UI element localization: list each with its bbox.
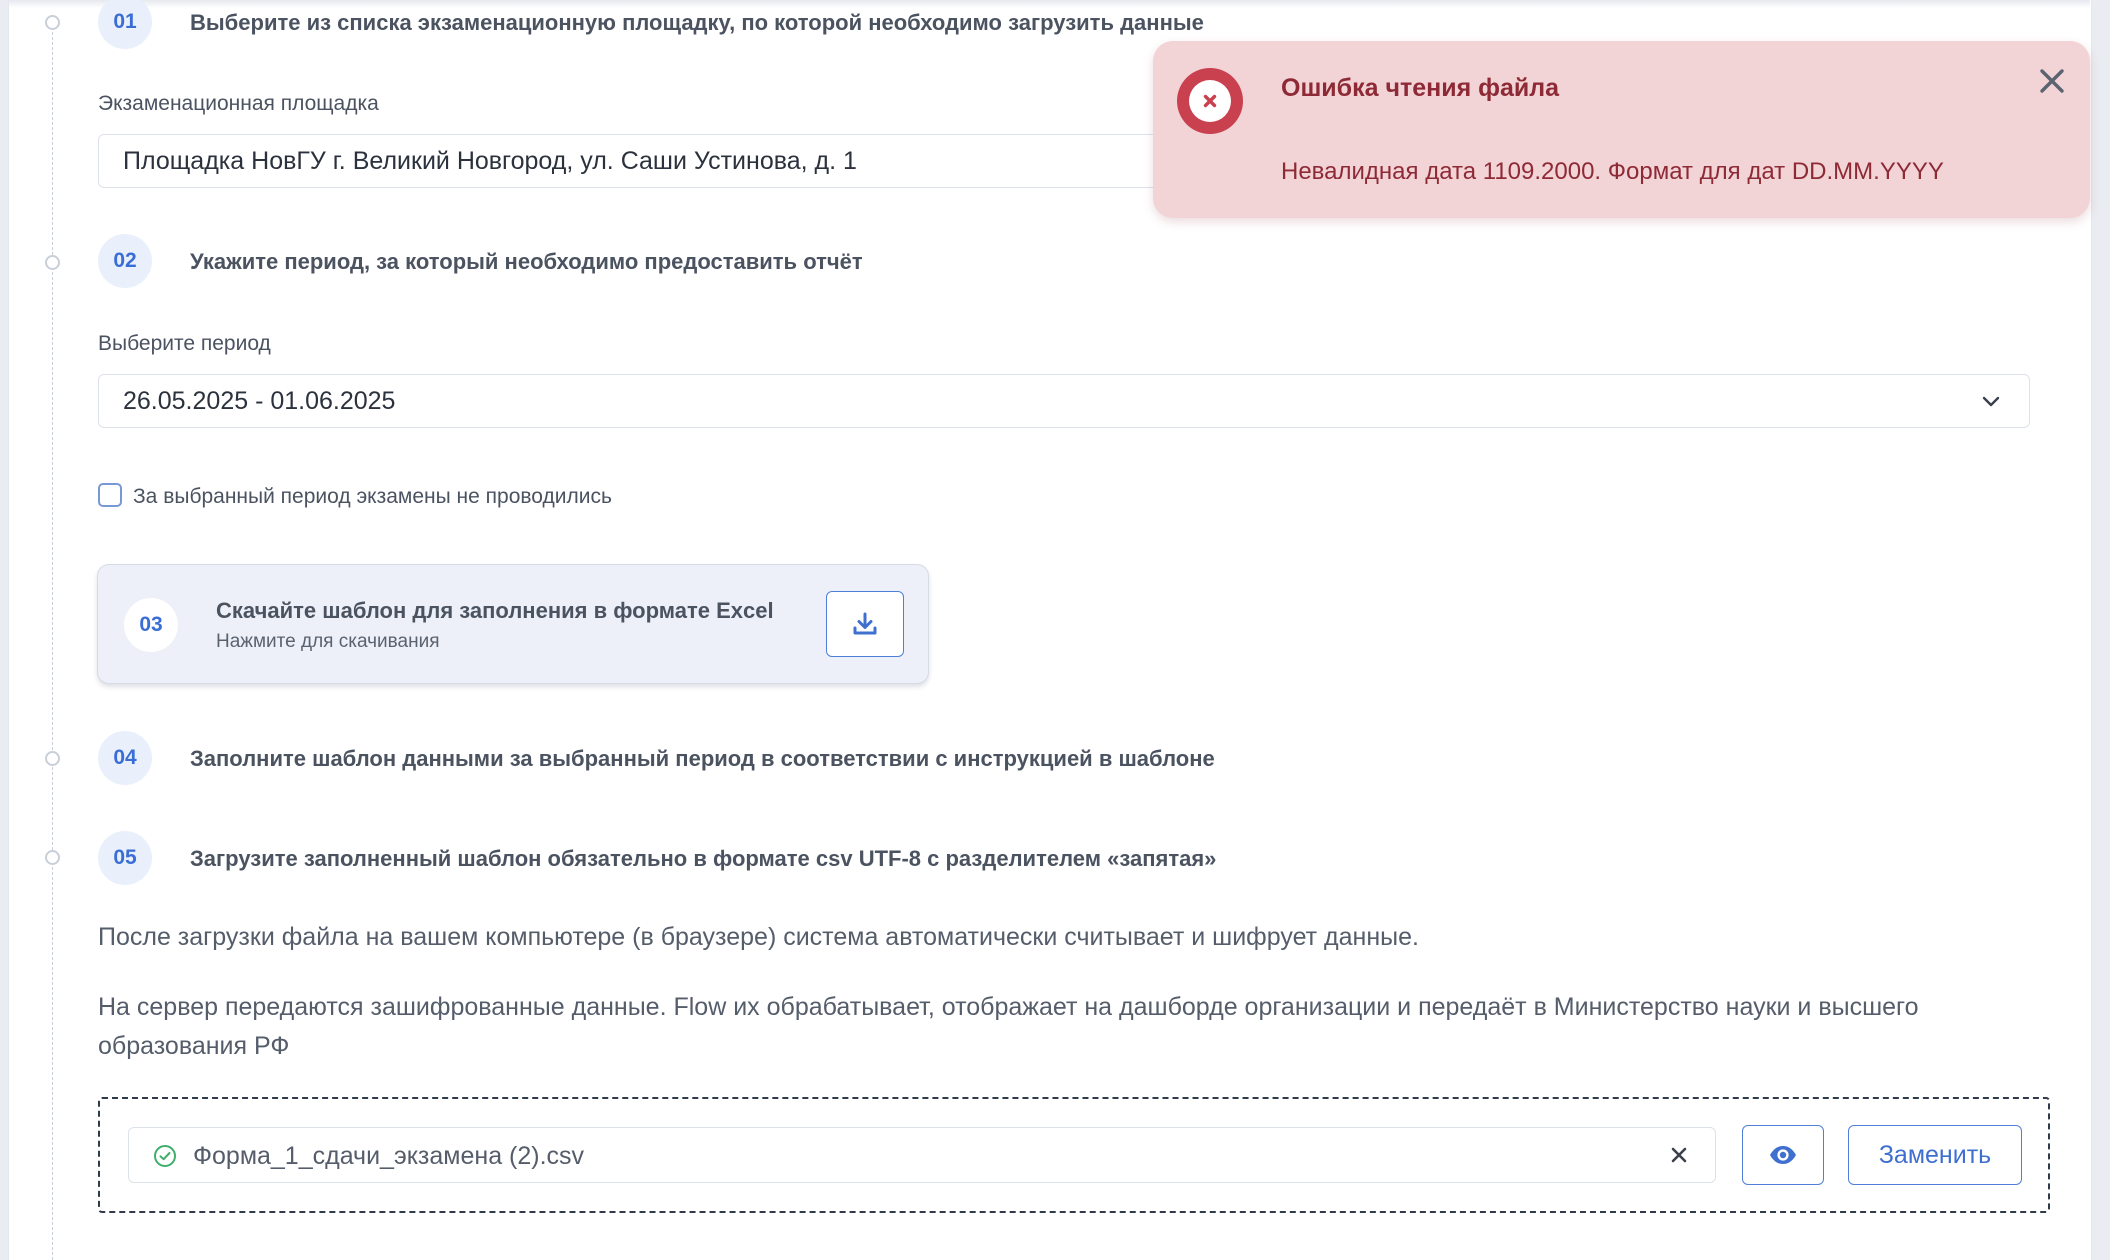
step-03-title: Скачайте шаблон для заполнения в формате… (216, 598, 774, 623)
error-circle-icon (1177, 68, 1243, 134)
error-toast-message: Невалидная дата 1109.2000. Формат для да… (1281, 158, 1944, 185)
step-02-title: Укажите период, за который необходимо пр… (190, 249, 863, 274)
top-shadow (8, 0, 2090, 8)
download-template-card[interactable]: 03 Скачайте шаблон для заполнения в форм… (97, 564, 929, 684)
no-exams-checkbox-label[interactable]: За выбранный период экзамены не проводил… (133, 485, 612, 509)
timeline-dot (45, 751, 60, 766)
step-03-subtitle: Нажмите для скачивания (216, 631, 440, 652)
error-toast: Ошибка чтения файла Невалидная дата 1109… (1153, 41, 2090, 218)
venue-label: Экзаменационная площадка (98, 92, 379, 115)
step-02-badge: 02 (98, 234, 152, 288)
check-circle-icon (154, 1145, 176, 1167)
step-04-title: Заполните шаблон данными за выбранный пе… (190, 746, 1215, 771)
error-toast-title: Ошибка чтения файла (1281, 74, 1560, 102)
step-04-badge: 04 (98, 731, 152, 785)
period-label: Выберите период (98, 332, 271, 355)
upload-info-paragraph-2: На сервер передаются зашифрованные данны… (98, 993, 1919, 1060)
replace-file-button[interactable]: Заменить (1848, 1125, 2022, 1185)
step-05-badge: 05 (98, 831, 152, 885)
timeline-dot (45, 255, 60, 270)
upload-info-paragraph-1: После загрузки файла на вашем компьютере… (98, 923, 1419, 951)
timeline-line (52, 22, 53, 1260)
timeline-dot (45, 850, 60, 865)
period-select[interactable]: 26.05.2025 - 01.06.2025 (98, 374, 2030, 428)
preview-file-button[interactable] (1742, 1125, 1824, 1185)
step-05-title: Загрузите заполненный шаблон обязательно… (190, 846, 1217, 871)
no-exams-checkbox[interactable] (98, 483, 122, 507)
eye-icon (1770, 1146, 1796, 1164)
chevron-down-icon (1982, 396, 2000, 407)
step-01-title: Выберите из списка экзаменационную площа… (190, 10, 1204, 35)
period-select-value: 26.05.2025 - 01.06.2025 (123, 386, 396, 415)
file-upload-zone[interactable]: Форма_1_сдачи_экзамена (2).csv Заменить (98, 1097, 2050, 1213)
app-root: 01 Выберите из списка экзаменационную пл… (0, 0, 2110, 1260)
close-icon[interactable] (2037, 66, 2067, 96)
close-icon[interactable] (1669, 1145, 1689, 1165)
download-icon (853, 612, 877, 635)
uploaded-file-name: Форма_1_сдачи_экзамена (2).csv (193, 1142, 585, 1170)
download-template-button[interactable] (826, 591, 904, 657)
uploaded-file-field: Форма_1_сдачи_экзамена (2).csv (128, 1127, 1716, 1183)
timeline-dot (45, 15, 60, 30)
venue-select-value: Площадка НовГУ г. Великий Новгород, ул. … (123, 146, 857, 175)
step-03-badge: 03 (124, 598, 178, 652)
